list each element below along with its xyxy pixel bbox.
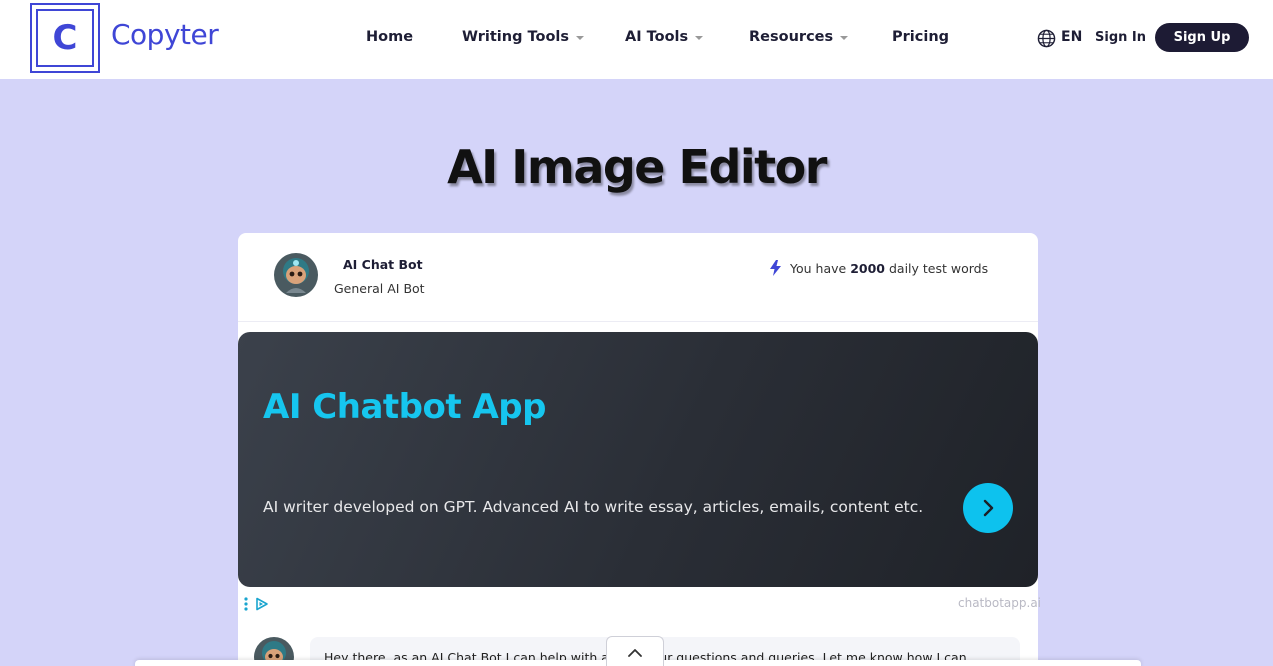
nav-pricing[interactable]: Pricing [892, 29, 949, 45]
quota-amount: 2000 [850, 261, 885, 276]
quota-prefix: You have [790, 261, 847, 276]
sign-up-button[interactable]: Sign Up [1155, 23, 1249, 52]
nav-pricing-label: Pricing [892, 29, 950, 45]
ad-description: AI writer developed on GPT. Advanced AI … [263, 498, 924, 516]
nav-writing-tools[interactable]: Writing Tools [462, 29, 585, 45]
sign-in-link[interactable]: Sign In [1095, 30, 1146, 45]
nav-home-label: Home [366, 29, 414, 45]
nav-resources[interactable]: Resources [749, 29, 849, 45]
caret-down-icon [840, 35, 849, 40]
ad-banner[interactable]: AI Chatbot App AI writer developed on GP… [238, 332, 1038, 587]
logo-letter: C [36, 9, 94, 67]
daily-quota: You have 2000 daily test words [790, 261, 988, 276]
bot-name: AI Chat Bot [343, 257, 423, 272]
ad-title[interactable]: AI Chatbot App [263, 387, 546, 427]
nav-resources-label: Resources [749, 29, 834, 45]
ad-choices-icon[interactable] [255, 597, 269, 611]
caret-down-icon [576, 35, 585, 40]
divider [238, 321, 1038, 322]
ad-open-button[interactable] [963, 483, 1013, 533]
chevron-right-icon [983, 499, 994, 517]
language-selector[interactable]: EN [1061, 29, 1082, 45]
logo[interactable]: C [30, 3, 100, 73]
nav-ai-tools-label: AI Tools [625, 29, 689, 45]
bot-subtitle: General AI Bot [334, 281, 425, 296]
site-header: C Copyter Home Writing Tools AI Tools Re… [0, 0, 1273, 79]
bot-avatar [274, 253, 318, 297]
quota-suffix: daily test words [888, 261, 989, 276]
more-vertical-icon[interactable] [243, 597, 249, 611]
caret-down-icon [695, 35, 704, 40]
nav-ai-tools[interactable]: AI Tools [625, 29, 704, 45]
chevron-up-icon [628, 648, 642, 657]
bolt-icon [770, 260, 781, 276]
nav-writing-tools-label: Writing Tools [462, 29, 570, 45]
page-title: AI Image Editor [447, 140, 827, 194]
brand-name[interactable]: Copyter [111, 18, 219, 51]
nav-home[interactable]: Home [366, 29, 413, 45]
scroll-up-button[interactable] [606, 636, 664, 666]
ad-domain[interactable]: chatbotapp.ai [958, 596, 1041, 610]
globe-icon[interactable] [1037, 29, 1056, 48]
